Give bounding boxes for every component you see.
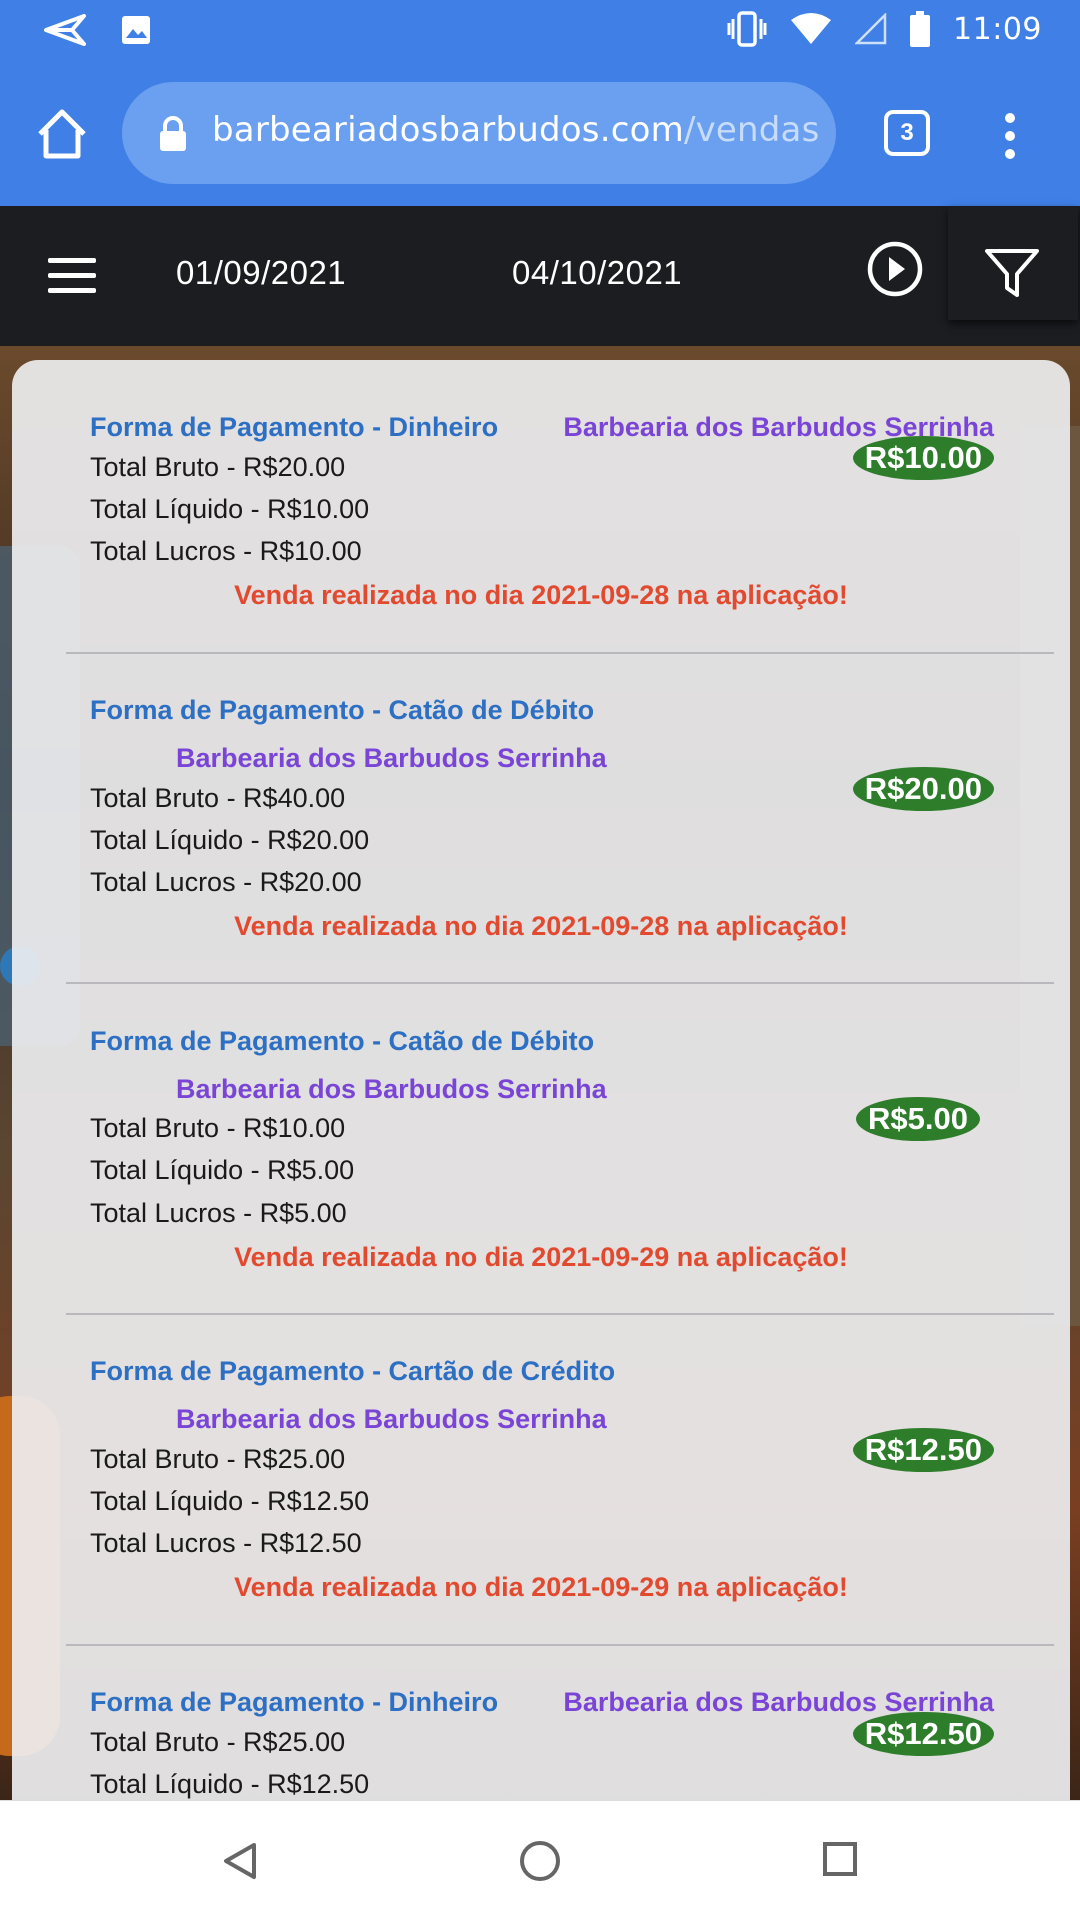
total-bruto: Total Bruto - R$25.00 <box>90 1727 346 1757</box>
image-notification-icon <box>122 16 150 44</box>
total-liquido: Total Líquido - R$20.00 <box>90 825 370 855</box>
payment-method: Forma de Pagamento - Catão de Débito <box>90 695 595 725</box>
shop-name: Barbearia dos Barbudos Serrinha <box>176 743 607 773</box>
sale-note: Venda realizada no dia 2021-09-28 na apl… <box>234 580 848 610</box>
battery-icon <box>910 11 931 47</box>
profit-badge: R$10.00 <box>852 436 994 480</box>
url-domain: barbeariadosbarbudos.com <box>212 110 684 150</box>
profit-badge: R$5.00 <box>856 1097 980 1141</box>
payment-method: Forma de Pagamento - Dinheiro <box>90 1687 499 1717</box>
wifi-icon <box>791 13 832 44</box>
total-lucros: Total Lucros - R$10.00 <box>90 536 362 566</box>
divider <box>66 982 1054 984</box>
url-text[interactable]: barbeariadosbarbudos.com/vendas <box>212 110 820 150</box>
total-bruto: Total Bruto - R$10.00 <box>90 1113 346 1143</box>
clock: 11:09 <box>953 11 1042 47</box>
total-lucros: Total Lucros - R$20.00 <box>90 867 362 897</box>
address-bar[interactable]: barbeariadosbarbudos.com/vendas <box>122 82 836 184</box>
total-liquido: Total Líquido - R$10.00 <box>90 494 370 524</box>
sales-list: Forma de Pagamento - Dinheiro Barbearia … <box>12 360 1070 1800</box>
payment-method: Forma de Pagamento - Catão de Débito <box>90 1026 595 1056</box>
tab-switcher-button[interactable]: 3 <box>884 110 930 156</box>
status-bar: 11:09 <box>0 0 1080 64</box>
total-bruto: Total Bruto - R$25.00 <box>90 1444 346 1474</box>
profit-badge: R$20.00 <box>852 767 994 811</box>
date-end[interactable]: 04/10/2021 <box>512 254 682 292</box>
total-lucros: Total Lucros - R$5.00 <box>90 1198 347 1228</box>
total-bruto: Total Bruto - R$20.00 <box>90 452 346 482</box>
vibrate-icon <box>727 11 767 47</box>
sale-note: Venda realizada no dia 2021-09-29 na apl… <box>234 1242 848 1272</box>
home-nav-icon[interactable] <box>518 1839 562 1883</box>
shop-name: Barbearia dos Barbudos Serrinha <box>176 1074 607 1104</box>
home-icon[interactable] <box>34 106 90 162</box>
browser-toolbar: barbeariadosbarbudos.com/vendas 3 <box>0 64 1080 206</box>
payment-method: Forma de Pagamento - Cartão de Crédito <box>90 1356 616 1386</box>
profit-badge: R$12.50 <box>852 1712 994 1756</box>
total-liquido: Total Líquido - R$5.00 <box>90 1155 355 1185</box>
send-notification-icon <box>44 14 86 46</box>
filter-icon <box>985 249 1039 297</box>
url-path: /vendas <box>683 110 820 150</box>
more-options-icon[interactable] <box>992 108 1028 164</box>
back-icon[interactable] <box>222 1841 258 1881</box>
menu-icon[interactable] <box>48 258 96 294</box>
divider <box>66 652 1054 654</box>
recent-apps-icon[interactable] <box>822 1841 858 1877</box>
divider <box>66 1644 1054 1646</box>
app-header: 01/09/2021 04/10/2021 <box>0 206 1080 346</box>
profit-badge: R$12.50 <box>852 1428 994 1472</box>
shop-name: Barbearia dos Barbudos Serrinha <box>176 1404 607 1434</box>
sale-note: Venda realizada no dia 2021-09-29 na apl… <box>234 1572 848 1602</box>
total-bruto: Total Bruto - R$40.00 <box>90 783 346 813</box>
cell-signal-icon <box>855 13 887 45</box>
date-start[interactable]: 01/09/2021 <box>176 254 346 292</box>
filter-button[interactable] <box>948 206 1078 320</box>
sale-note: Venda realizada no dia 2021-09-28 na apl… <box>234 911 848 941</box>
total-lucros: Total Lucros - R$12.50 <box>90 1528 362 1558</box>
divider <box>66 1313 1054 1315</box>
total-liquido: Total Líquido - R$12.50 <box>90 1486 370 1516</box>
lock-icon <box>160 116 186 151</box>
play-icon[interactable] <box>866 240 924 298</box>
system-navigation-bar <box>0 1800 1080 1920</box>
payment-method: Forma de Pagamento - Dinheiro <box>90 412 499 442</box>
total-liquido: Total Líquido - R$12.50 <box>90 1769 370 1799</box>
